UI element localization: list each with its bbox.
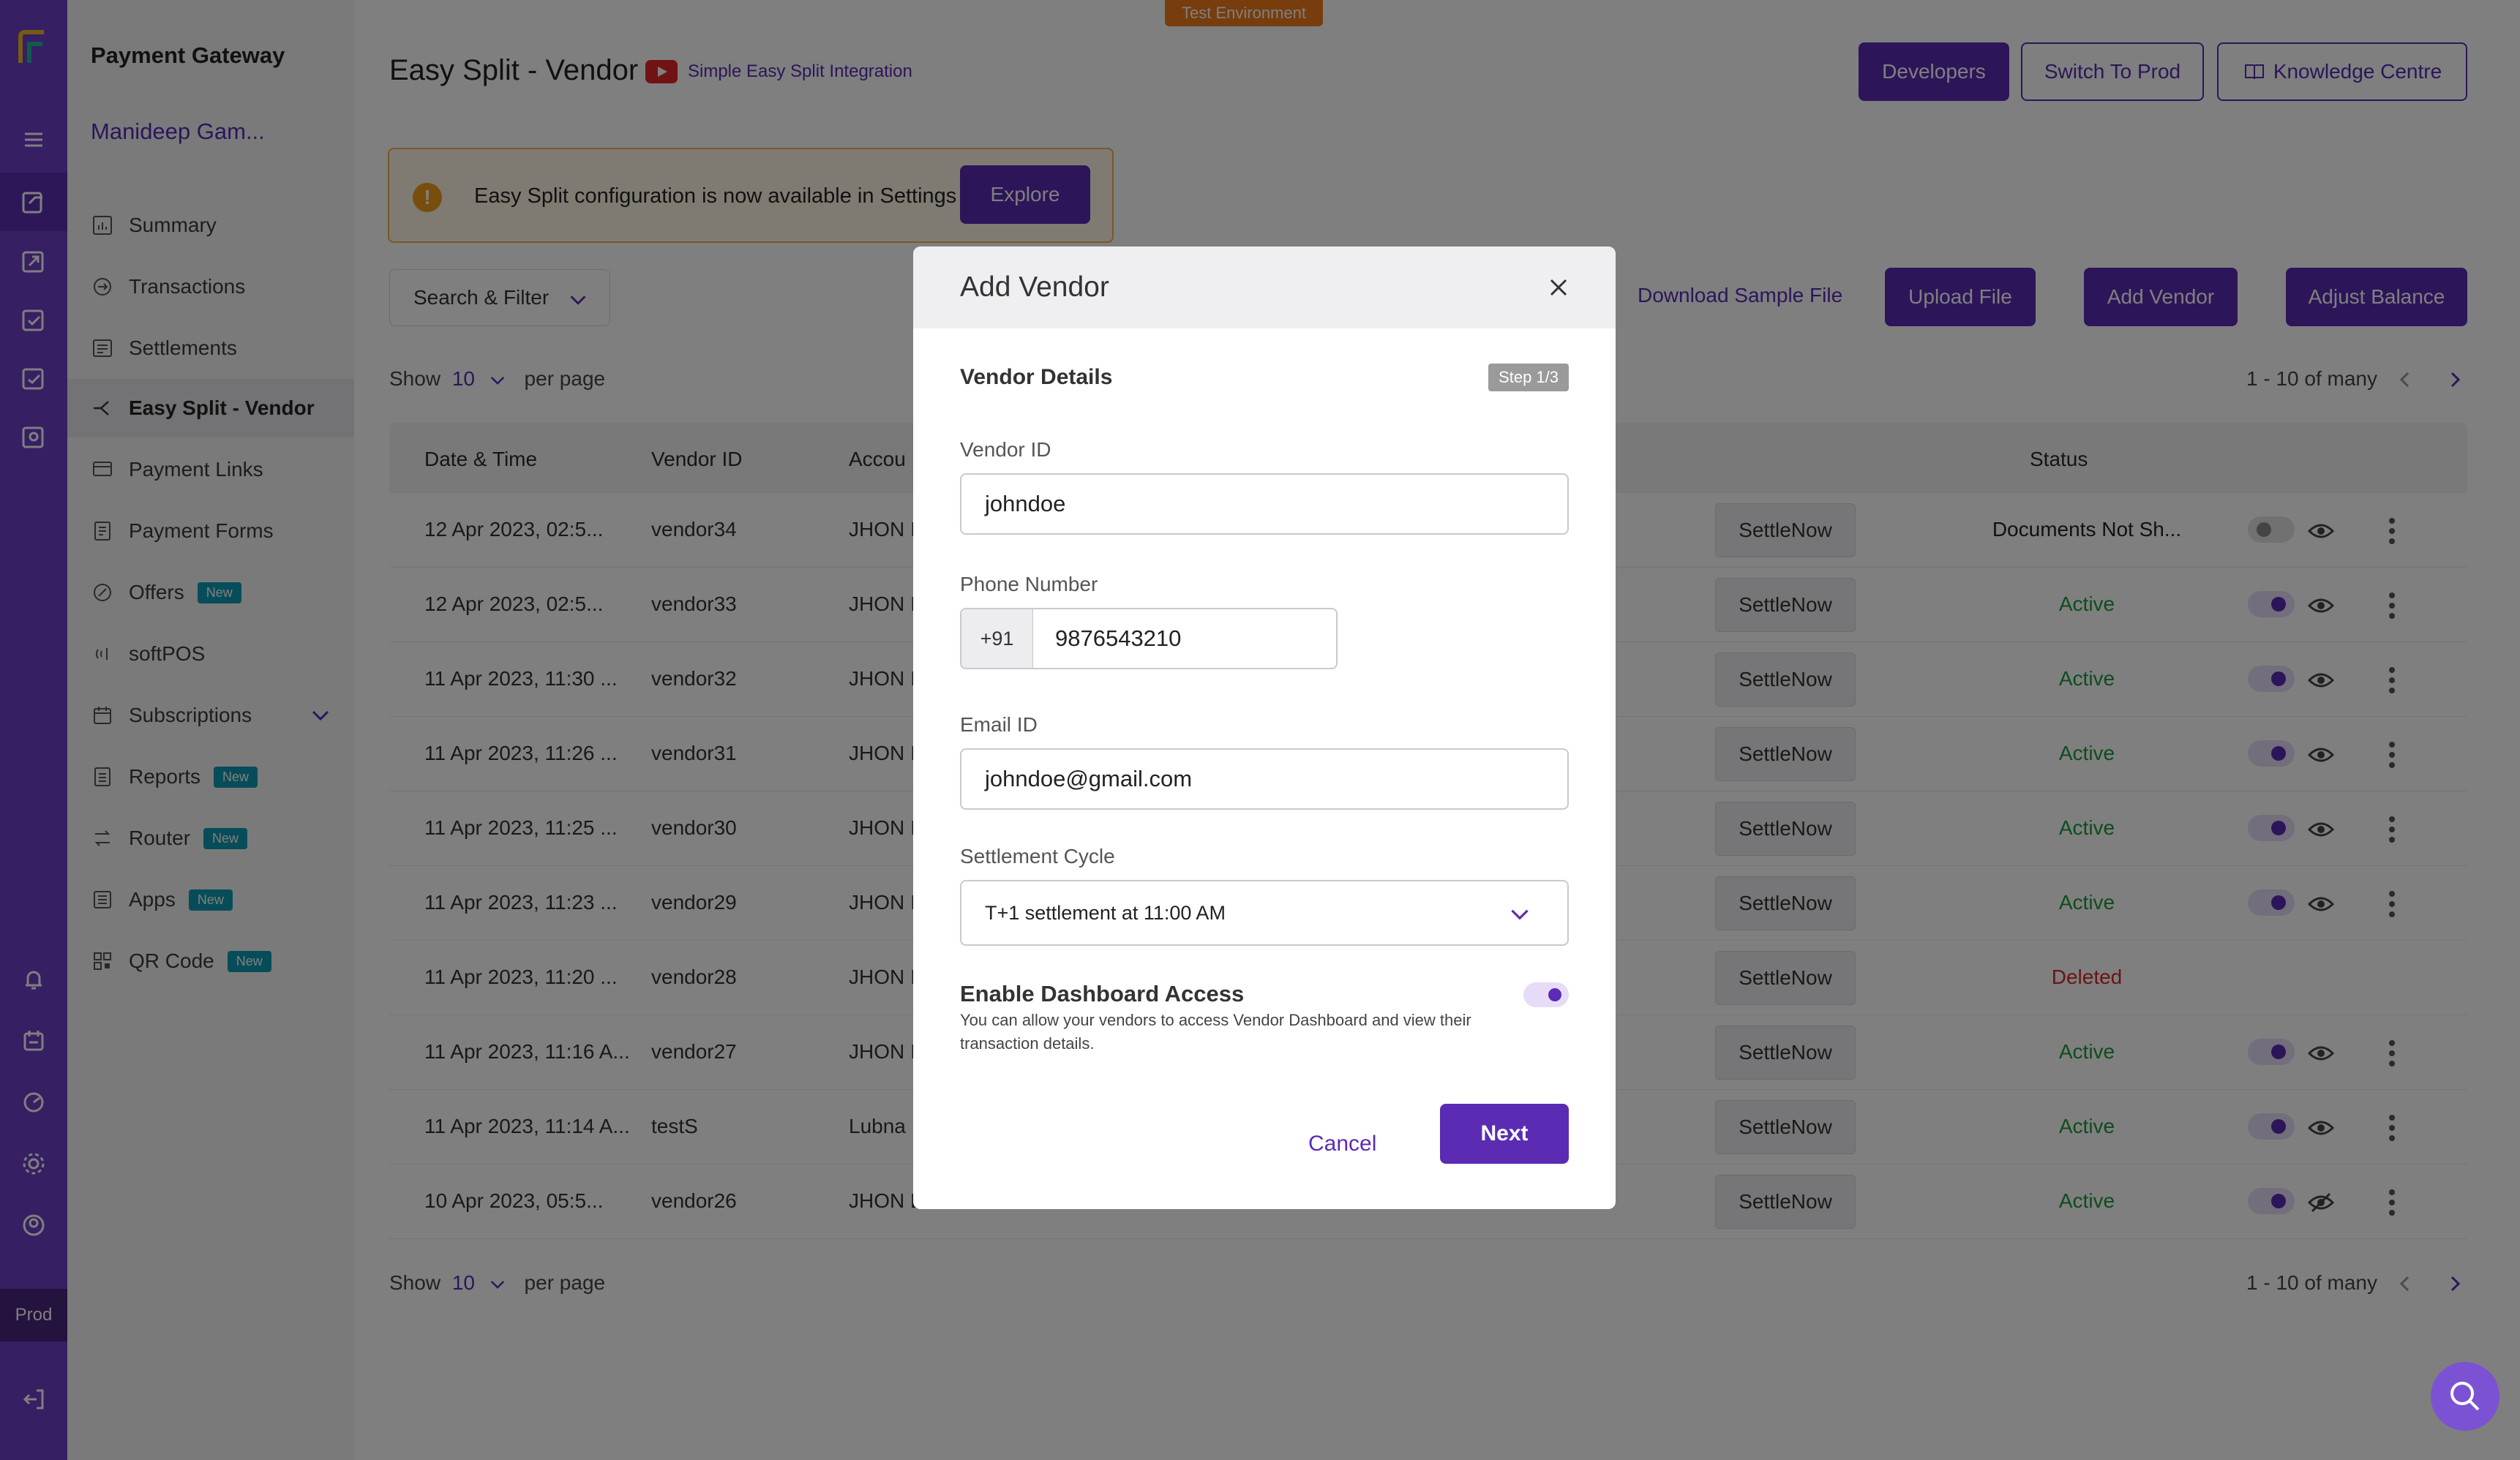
phone-number-label: Phone Number [960, 573, 1098, 595]
section-title: Vendor Details [960, 365, 1113, 389]
chevron-down-icon [1511, 909, 1529, 920]
vendor-id-label: Vendor ID [960, 438, 1051, 461]
country-code[interactable]: +91 [961, 609, 1033, 668]
vendor-id-field[interactable]: johndoe [960, 473, 1569, 535]
help-search-button[interactable] [2431, 1362, 2500, 1431]
close-icon[interactable] [1545, 274, 1572, 301]
settlement-cycle-label: Settlement Cycle [960, 845, 1115, 868]
email-id-label: Email ID [960, 713, 1038, 736]
dashboard-access-title: Enable Dashboard Access [960, 981, 1245, 1006]
dashboard-access-description: You can allow your vendors to access Ven… [960, 1011, 1471, 1053]
phone-number-value[interactable]: 9876543210 [1033, 609, 1181, 668]
settlement-cycle-select[interactable]: T+1 settlement at 11:00 AM [960, 880, 1569, 946]
next-button[interactable]: Next [1440, 1104, 1569, 1164]
search-icon [2450, 1382, 2480, 1411]
settlement-cycle-value: T+1 settlement at 11:00 AM [985, 901, 1226, 924]
step-badge: Step 1/3 [1488, 364, 1569, 391]
dashboard-access-toggle[interactable] [1523, 982, 1569, 1007]
email-field[interactable]: johndoe@gmail.com [960, 748, 1569, 810]
modal-title: Add Vendor [960, 271, 1109, 303]
phone-number-field[interactable]: +91 9876543210 [960, 608, 1338, 669]
cancel-button[interactable]: Cancel [1308, 1132, 1376, 1156]
add-vendor-modal: Add Vendor Vendor Details Step 1/3 Vendo… [913, 247, 1616, 1209]
modal-header: Add Vendor [913, 247, 1616, 328]
